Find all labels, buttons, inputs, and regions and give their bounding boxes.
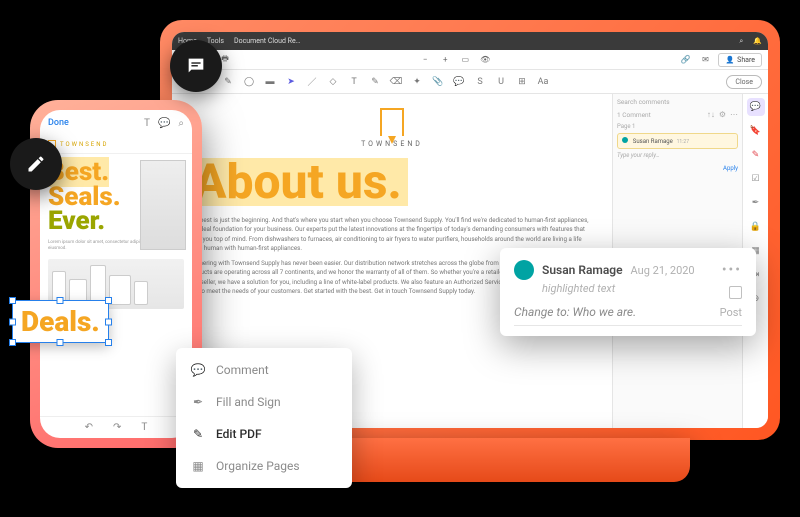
page-label: Page 1 <box>617 123 738 130</box>
comment-icon[interactable]: 💬 <box>158 118 170 129</box>
ctx-fill-sign[interactable]: ✒ Fill and Sign <box>176 386 352 418</box>
redo-icon[interactable]: ↷ <box>113 422 121 433</box>
draw-tool-icon[interactable]: ✎ <box>367 74 383 90</box>
pages-icon: ▦ <box>190 459 206 473</box>
comment-date: Aug 21, 2020 <box>631 264 695 277</box>
erase-tool-icon[interactable]: ⌫ <box>388 74 404 90</box>
comments-rail-icon[interactable]: 💬 <box>747 98 765 116</box>
attach-tool-icon[interactable]: 📎 <box>430 74 446 90</box>
email-icon[interactable]: ✉ <box>698 53 712 67</box>
comment-icon: 💬 <box>190 363 206 377</box>
apply-button[interactable]: Apply <box>617 165 738 172</box>
mobile-brand-row: TOWNSEND <box>40 136 192 154</box>
mobile-screen: Done T 💬 ⌕ TOWNSEND Best. Seals. Ever. L… <box>40 110 192 438</box>
shapes-tool-icon[interactable]: ◯ <box>241 74 257 90</box>
edit-rail-icon[interactable]: ✎ <box>747 146 765 164</box>
product-image <box>140 160 186 250</box>
mobile-footer: ↶ ↷ T <box>40 416 192 438</box>
more-icon[interactable]: ••• <box>722 262 742 278</box>
avatar-icon <box>514 260 534 280</box>
comments-search[interactable]: Search comments <box>617 98 670 106</box>
underline-tool-icon[interactable]: U <box>493 74 509 90</box>
resize-handle[interactable] <box>9 339 16 346</box>
bell-icon[interactable]: 🔔 <box>753 37 762 45</box>
fit-page-icon[interactable]: ▭ <box>458 53 472 67</box>
textbox-tool-icon[interactable]: ⊞ <box>514 74 530 90</box>
text-mode-icon[interactable]: T <box>141 422 147 433</box>
filter-icon[interactable]: ⚙ <box>719 110 726 119</box>
edit-pencil-icon[interactable] <box>10 138 62 190</box>
resize-handle[interactable] <box>105 339 112 346</box>
primary-toolbar: ☰ ⭳ 🖶 − + ▭ 👁 🔗 ✉ 👤 Share <box>172 50 768 70</box>
document-tab[interactable]: Document Cloud Re… <box>234 37 300 45</box>
view-icon[interactable]: 👁 <box>478 53 492 67</box>
comment-type-label: highlighted text <box>542 282 742 295</box>
comment-author: Susan Ramage <box>542 263 623 277</box>
heading-word: Ever. <box>48 206 105 236</box>
signature-icon: ✒ <box>190 395 206 409</box>
resize-handle[interactable] <box>105 318 112 325</box>
text-selection-box[interactable]: Deals. <box>12 300 109 343</box>
chat-bubble-icon[interactable] <box>170 40 222 92</box>
comment-author: Susan Ramage <box>633 138 673 145</box>
pencil-icon: ✎ <box>190 427 206 441</box>
resize-handle[interactable] <box>9 297 16 304</box>
text-tool-icon[interactable]: T <box>144 118 150 129</box>
pointer-tool-icon[interactable]: ➤ <box>283 74 299 90</box>
ctx-organize[interactable]: ▦ Organize Pages <box>176 450 352 482</box>
bookmarks-rail-icon[interactable]: 🔖 <box>747 122 765 140</box>
mobile-document[interactable]: Best. Seals. Ever. Lorem ipsum dolor sit… <box>40 154 192 416</box>
user-icon: 👤 <box>725 56 734 64</box>
post-button[interactable]: Post <box>720 306 742 319</box>
done-button[interactable]: Done <box>48 118 69 128</box>
font-size-icon[interactable]: Aa <box>535 74 551 90</box>
strike-tool-icon[interactable]: S <box>472 74 488 90</box>
stamp-tool-icon[interactable]: ✦ <box>409 74 425 90</box>
context-menu: 💬 Comment ✒ Fill and Sign ✎ Edit PDF ▦ O… <box>176 348 352 488</box>
resize-handle[interactable] <box>9 318 16 325</box>
highlight-tool-icon[interactable]: ▬ <box>262 74 278 90</box>
resize-handle[interactable] <box>57 339 64 346</box>
ctx-edit-pdf[interactable]: ✎ Edit PDF <box>176 418 352 450</box>
brand-logo-icon <box>380 108 404 136</box>
resize-handle[interactable] <box>105 297 112 304</box>
sort-icon[interactable]: ↑↓ <box>707 110 715 119</box>
avatar-icon <box>622 137 628 143</box>
line-tool-icon[interactable]: ／ <box>304 74 320 90</box>
app-menubar: Home Tools Document Cloud Re… ⌕ 🔔 <box>172 32 768 50</box>
comment-time: 11:27 <box>677 139 689 145</box>
brand-name: TOWNSEND <box>60 141 108 148</box>
protect-rail-icon[interactable]: 🔒 <box>747 218 765 236</box>
close-toolbar-button[interactable]: Close <box>726 75 762 89</box>
image-tool-icon[interactable]: ✎ <box>220 74 236 90</box>
comments-count: 1 Comment <box>617 111 651 119</box>
zoom-out-icon[interactable]: − <box>418 53 432 67</box>
text-callout-icon[interactable]: T <box>346 74 362 90</box>
link-icon[interactable]: 🔗 <box>678 53 692 67</box>
form-rail-icon[interactable]: ☑ <box>747 170 765 188</box>
document-heading-highlighted[interactable]: About us. <box>188 158 408 206</box>
zoom-in-icon[interactable]: + <box>438 53 452 67</box>
more-icon[interactable]: ⋯ <box>730 110 738 119</box>
resolve-checkbox[interactable] <box>729 286 742 299</box>
comment-item[interactable]: Susan Ramage 11:27 <box>617 133 738 149</box>
undo-icon[interactable]: ↶ <box>85 422 93 433</box>
reply-input[interactable]: Type your reply… <box>617 152 738 159</box>
note-tool-icon[interactable]: 💬 <box>451 74 467 90</box>
comment-text-input[interactable]: Change to: Who we are. <box>514 305 636 319</box>
callout-tool-icon[interactable]: ◇ <box>325 74 341 90</box>
resize-handle[interactable] <box>57 297 64 304</box>
ctx-comment[interactable]: 💬 Comment <box>176 354 352 386</box>
search-icon[interactable]: ⌕ <box>178 118 184 129</box>
comment-card: Susan Ramage Aug 21, 2020 ••• highlighte… <box>500 248 756 336</box>
edit-toolbar: ▭ T ✎ ◯ ▬ ➤ ／ ◇ T ✎ ⌫ ✦ 📎 💬 S U ⊞ Aa Clo… <box>172 70 768 94</box>
share-button[interactable]: 👤 Share <box>718 53 762 67</box>
selected-text: Deals. <box>21 305 100 338</box>
signature-rail-icon[interactable]: ✒ <box>747 194 765 212</box>
mobile-header: Done T 💬 ⌕ <box>40 110 192 136</box>
search-icon[interactable]: ⌕ <box>739 37 743 46</box>
